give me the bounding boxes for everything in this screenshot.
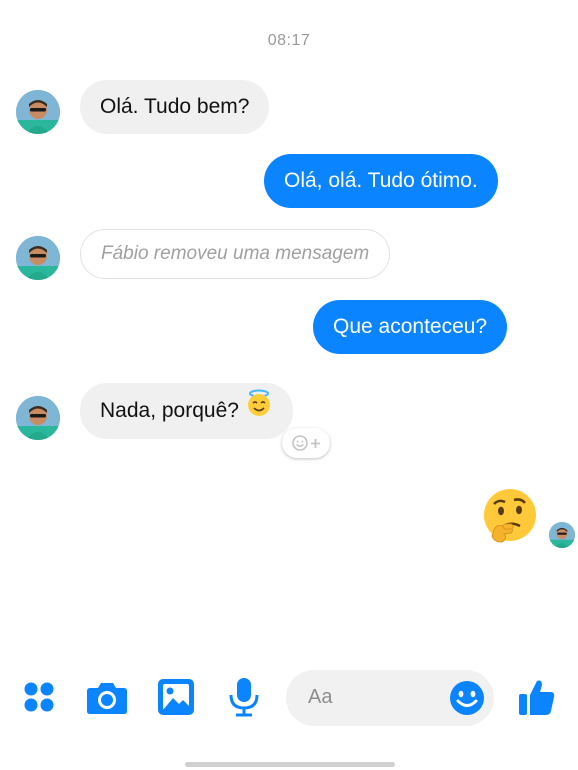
camera-icon[interactable]: [86, 676, 128, 718]
add-reaction-button[interactable]: [282, 428, 330, 458]
message-composer: Aa: [0, 664, 578, 734]
thinking-face-icon[interactable]: [480, 486, 542, 548]
smiley-outline-icon: [291, 435, 308, 451]
removed-message-notice: Fábio removeu uma mensagem: [80, 229, 391, 279]
message-timestamp: 08:17: [267, 32, 311, 49]
incoming-message[interactable]: Nada, porquê?: [80, 383, 293, 439]
outgoing-message[interactable]: Olá, olá. Tudo ótimo.: [264, 154, 498, 208]
smiling-face-with-halo-icon: [245, 383, 273, 439]
apps-grid-icon[interactable]: [18, 676, 60, 718]
contact-avatar[interactable]: [16, 396, 60, 440]
contact-avatar[interactable]: [16, 236, 60, 280]
thumbs-up-icon[interactable]: [516, 676, 558, 718]
message-text: Nada, porquê?: [100, 399, 239, 422]
message-input-placeholder: Aa: [308, 686, 333, 708]
plus-icon: [310, 438, 320, 448]
incoming-message[interactable]: Olá. Tudo bem?: [80, 80, 270, 134]
home-indicator: [185, 762, 395, 767]
contact-avatar[interactable]: [16, 90, 60, 134]
message-input[interactable]: Aa: [286, 670, 494, 726]
image-icon[interactable]: [155, 676, 197, 718]
emoji-icon[interactable]: [448, 679, 486, 717]
outgoing-message[interactable]: Que aconteceu?: [313, 300, 508, 354]
microphone-icon[interactable]: [223, 676, 265, 718]
seen-avatar: [549, 522, 575, 548]
